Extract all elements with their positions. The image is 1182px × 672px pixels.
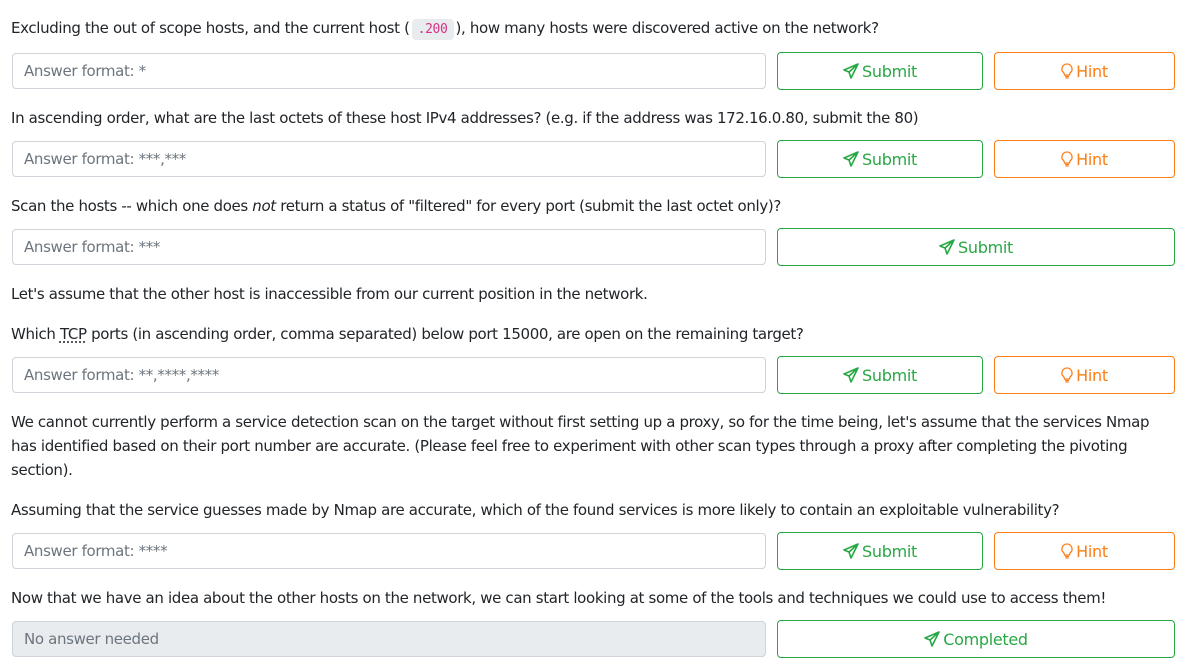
- hint-label: Hint: [1076, 365, 1108, 385]
- question-6-text: Now that we have an idea about the other…: [11, 589, 1107, 607]
- question-3-text: Scan the hosts -- which one does not ret…: [11, 194, 1171, 218]
- submit-label: Submit: [862, 61, 917, 81]
- hint-label: Hint: [1076, 61, 1108, 81]
- submit-button-2[interactable]: Submit: [777, 140, 983, 178]
- question-5-text: Assuming that the service guesses made b…: [11, 501, 1060, 519]
- answer-input-6: [12, 621, 766, 657]
- question-text: ), how many hosts were discovered active…: [455, 19, 880, 37]
- submit-button-5[interactable]: Submit: [777, 532, 983, 570]
- question-2-text: In ascending order, what are the last oc…: [11, 109, 919, 127]
- question-text: Which: [11, 325, 60, 343]
- question-1-text: Excluding the out of scope hosts, and th…: [11, 16, 1171, 42]
- hint-label: Hint: [1076, 149, 1108, 169]
- paper-plane-icon: [924, 631, 941, 647]
- hint-button-2[interactable]: Hint: [994, 140, 1175, 178]
- question-text: ports (in ascending order, comma separat…: [86, 325, 804, 343]
- task-questions: Excluding the out of scope hosts, and th…: [0, 0, 1182, 672]
- hint-button-5[interactable]: Hint: [994, 532, 1175, 570]
- question-text: return a status of "filtered" for every …: [275, 197, 782, 215]
- question-4-text: Which TCP ports (in ascending order, com…: [11, 322, 1171, 346]
- answer-input-4[interactable]: [12, 357, 766, 393]
- abbreviation: TCP: [59, 325, 87, 343]
- question-text: Excluding the out of scope hosts, and th…: [11, 19, 410, 37]
- answer-input-1[interactable]: [12, 53, 766, 89]
- submit-label: Submit: [958, 237, 1013, 257]
- paper-plane-icon: [843, 151, 859, 167]
- hint-label: Hint: [1076, 541, 1108, 561]
- inline-code: .200: [411, 19, 454, 40]
- hint-button-1[interactable]: Hint: [994, 52, 1175, 90]
- submit-label: Submit: [862, 149, 917, 169]
- submit-button-3[interactable]: Submit: [777, 228, 1175, 266]
- paper-plane-icon: [843, 367, 859, 383]
- answer-input-5[interactable]: [12, 533, 766, 569]
- lightbulb-icon: [1061, 63, 1073, 79]
- question-5-intro: We cannot currently perform a service de…: [11, 413, 1150, 479]
- answer-input-3[interactable]: [12, 229, 766, 265]
- question-text: Scan the hosts -- which one does: [11, 197, 253, 215]
- emphasis-text: not: [252, 197, 276, 215]
- lightbulb-icon: [1061, 151, 1073, 167]
- paper-plane-icon: [843, 543, 859, 559]
- paper-plane-icon: [939, 239, 955, 255]
- answer-input-2[interactable]: [12, 141, 766, 177]
- hint-button-4[interactable]: Hint: [994, 356, 1175, 394]
- submit-button-4[interactable]: Submit: [777, 356, 983, 394]
- submit-label: Submit: [862, 541, 917, 561]
- completed-button: Completed: [777, 620, 1175, 658]
- lightbulb-icon: [1061, 367, 1073, 383]
- submit-button-1[interactable]: Submit: [777, 52, 983, 90]
- submit-label: Submit: [862, 365, 917, 385]
- question-4-intro: Let's assume that the other host is inac…: [11, 285, 648, 303]
- paper-plane-icon: [843, 63, 859, 79]
- completed-label: Completed: [943, 629, 1028, 649]
- lightbulb-icon: [1061, 543, 1073, 559]
